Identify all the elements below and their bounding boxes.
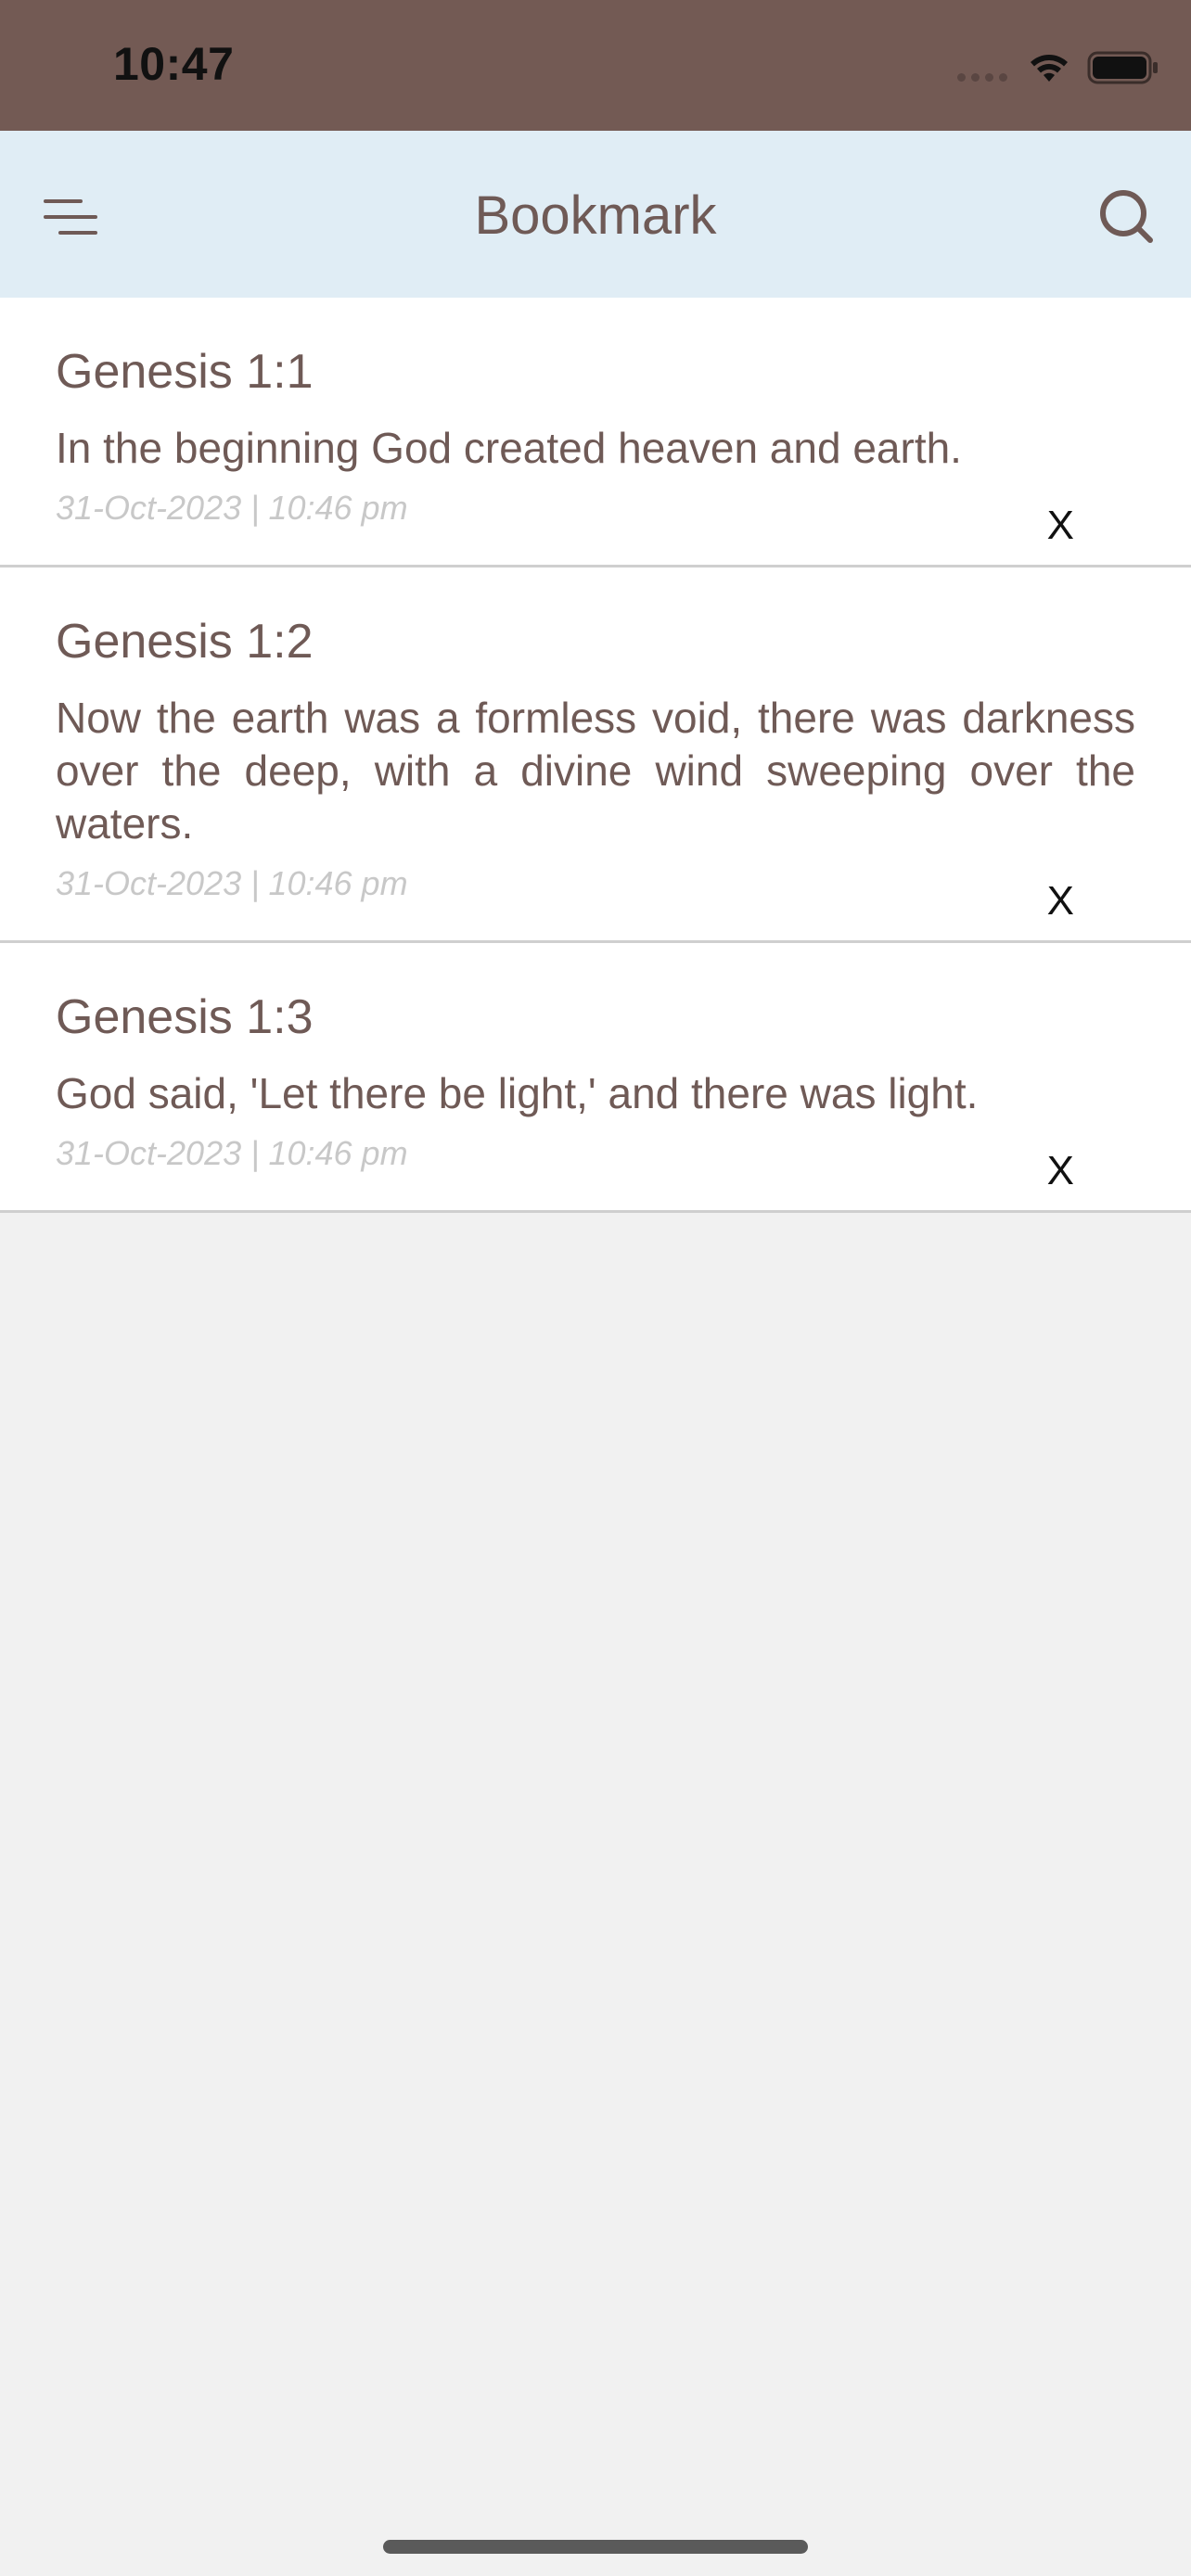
- home-indicator[interactable]: [383, 2540, 808, 2554]
- delete-bookmark-button[interactable]: X: [1047, 498, 1074, 554]
- search-button[interactable]: [1089, 179, 1163, 253]
- bookmark-list: Genesis 1:1 In the beginning God created…: [0, 298, 1191, 1213]
- wifi-icon: [1031, 55, 1068, 82]
- status-bar: 10:47: [0, 0, 1191, 131]
- status-icons: [957, 45, 1159, 91]
- bookmark-verse-text: Now the earth was a formless void, there…: [56, 694, 1135, 848]
- battery-icon: [1087, 51, 1158, 84]
- bookmark-date: 31-Oct-2023 | 10:46 pm: [56, 1134, 408, 1172]
- bookmark-verse-text: In the beginning God created heaven and …: [56, 424, 962, 472]
- search-icon: [1100, 190, 1153, 243]
- status-time: 10:47: [113, 38, 235, 90]
- nav-bar: Bookmark: [0, 131, 1191, 298]
- bookmark-reference: Genesis 1:2: [56, 615, 314, 669]
- bookmark-item[interactable]: Genesis 1:1 In the beginning God created…: [0, 298, 1191, 567]
- bookmark-verse-text: God said, 'Let there be light,' and ther…: [56, 1069, 979, 1117]
- page-title: Bookmark: [474, 185, 717, 246]
- bookmark-item[interactable]: Genesis 1:3 God said, 'Let there be ligh…: [0, 943, 1191, 1213]
- bookmark-reference: Genesis 1:1: [56, 345, 314, 399]
- bookmark-date: 31-Oct-2023 | 10:46 pm: [56, 864, 408, 902]
- bookmark-date: 31-Oct-2023 | 10:46 pm: [56, 489, 408, 527]
- bookmark-reference: Genesis 1:3: [56, 990, 314, 1044]
- delete-bookmark-button[interactable]: X: [1047, 874, 1074, 929]
- cellular-icon: [957, 54, 1007, 82]
- bookmark-item[interactable]: Genesis 1:2 Now the earth was a formless…: [0, 567, 1191, 943]
- delete-bookmark-button[interactable]: X: [1047, 1143, 1074, 1199]
